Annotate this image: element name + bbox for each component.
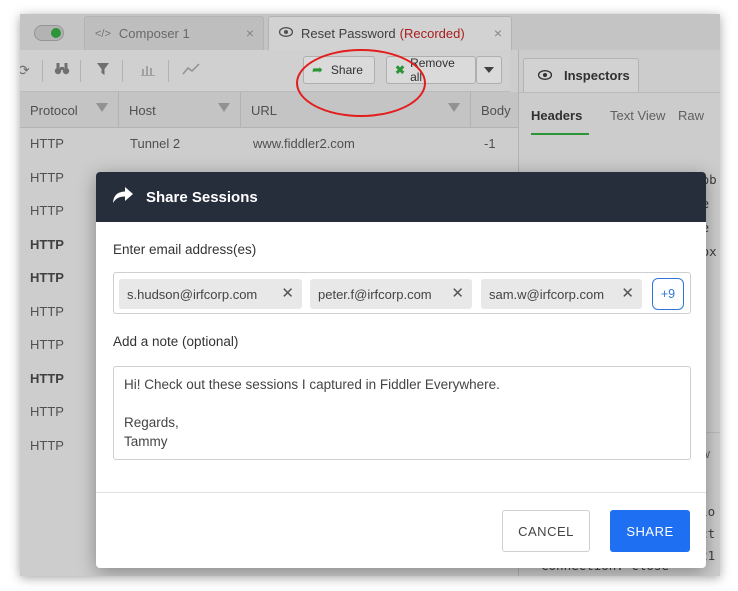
email-chip[interactable]: s.hudson@irfcorp.com ✕ <box>119 279 302 309</box>
note-textarea[interactable]: Hi! Check out these sessions I captured … <box>113 366 691 460</box>
note-label: Add a note (optional) <box>113 334 239 349</box>
note-line: Regards, <box>124 415 179 430</box>
annotation-circle <box>296 49 426 117</box>
cancel-button[interactable]: CANCEL <box>502 510 590 552</box>
dialog-footer: CANCEL SHARE <box>96 492 706 568</box>
remove-chip-icon[interactable]: ✕ <box>621 284 634 302</box>
remove-chip-icon[interactable]: ✕ <box>451 284 464 302</box>
note-line: Hi! Check out these sessions I captured … <box>124 377 500 392</box>
more-recipients-badge[interactable]: +9 <box>652 278 684 310</box>
note-line: Tammy <box>124 434 168 449</box>
fiddler-window: </> Composer 1 × Reset Password (Recorde… <box>20 14 720 576</box>
screenshot-canvas: </> Composer 1 × Reset Password (Recorde… <box>0 0 738 591</box>
dialog-header: Share Sessions <box>96 172 706 222</box>
share-button[interactable]: SHARE <box>610 510 690 552</box>
note-line <box>124 394 680 413</box>
email-chip-text: s.hudson@irfcorp.com <box>127 286 258 302</box>
email-chip[interactable]: peter.f@irfcorp.com ✕ <box>310 279 472 309</box>
remove-chip-icon[interactable]: ✕ <box>281 284 294 302</box>
share-arrow-icon <box>112 186 134 209</box>
email-chip-text: peter.f@irfcorp.com <box>318 286 432 302</box>
email-chip-text: sam.w@irfcorp.com <box>489 286 605 302</box>
share-sessions-dialog: Share Sessions Enter email address(es) s… <box>96 172 706 568</box>
email-input[interactable]: s.hudson@irfcorp.com ✕ peter.f@irfcorp.c… <box>113 272 691 314</box>
dialog-title: Share Sessions <box>146 188 258 206</box>
email-chip[interactable]: sam.w@irfcorp.com ✕ <box>481 279 642 309</box>
email-label: Enter email address(es) <box>113 242 257 257</box>
